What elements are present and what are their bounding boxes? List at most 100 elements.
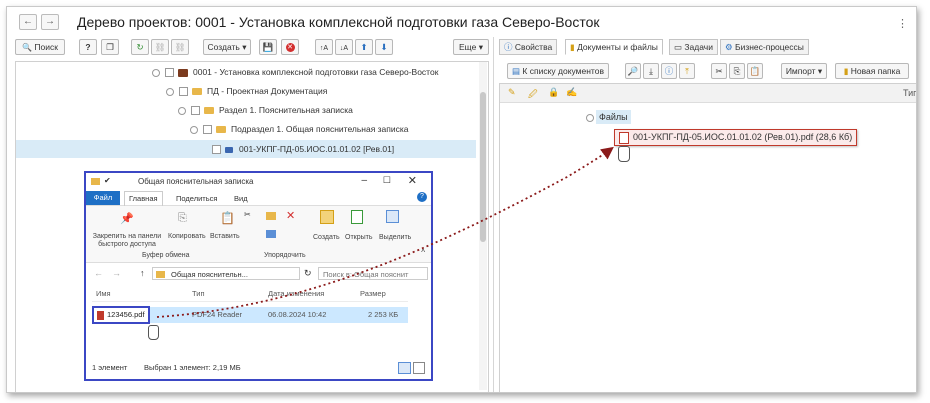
column-type[interactable]: Тип [192,289,205,298]
copy-window-button[interactable]: ❐ [101,39,119,55]
close-icon[interactable]: ✕ [408,174,417,187]
collapse-icon[interactable] [152,68,160,77]
panel-splitter[interactable] [493,37,494,392]
move-down-button[interactable]: ⬇ [375,39,393,55]
task-icon: ▭ [674,42,683,52]
upload-button[interactable]: ⤒ [679,63,695,79]
tab-business-processes[interactable]: ⚙ Бизнес-процессы [720,39,809,55]
folder-icon [204,107,214,115]
tree-row-subsection[interactable]: Подраздел 1. Общая пояснительная записка [190,121,409,137]
cut-button[interactable]: ✂ [711,63,727,79]
tab-tasks[interactable]: ▭ Задачи [669,39,718,55]
select-button[interactable]: Выделить [379,234,411,241]
refresh-button[interactable]: ↻ [131,39,149,55]
refresh-icon[interactable]: ↻ [304,268,312,279]
type-column-header[interactable]: Тип [903,88,916,98]
delete-button[interactable]: ✕ [281,39,299,55]
import-button[interactable]: Импорт ▾ [781,63,827,79]
edit-icon[interactable]: ✎ [508,87,516,98]
move-icon[interactable] [266,212,276,220]
scrollbar-thumb[interactable] [480,92,486,242]
info-icon: ⓘ [504,42,513,52]
collapse-icon[interactable] [166,87,174,96]
checkbox[interactable] [179,87,188,97]
checkbox[interactable] [203,125,212,135]
delete-icon[interactable]: ✕ [286,209,295,222]
download-button[interactable]: ⤓ [643,63,659,79]
collapse-icon[interactable] [178,106,186,115]
to-document-list-button[interactable]: ▤ К списку документов [507,63,609,79]
tree-row-pd[interactable]: ПД - Проектная Документация [166,83,327,99]
paste-button[interactable]: 📋 [747,63,763,79]
explorer-search-input[interactable]: Поиск в: Общая пояснит [318,267,428,280]
tab-documents[interactable]: ▮ Документы и файлы [565,39,663,55]
info-button[interactable]: ⓘ [661,63,677,79]
back-button[interactable]: ← [19,14,37,30]
move-up-button[interactable]: ⬆ [355,39,373,55]
details-view-icon[interactable] [398,362,411,374]
sign-icon[interactable]: ✍ [566,87,577,98]
tree-scrollbar[interactable] [479,62,487,390]
link-button[interactable]: ⛓ [151,39,169,55]
file-name-cell[interactable]: 123456.pdf [92,306,150,324]
tree-row-section[interactable]: Раздел 1. Пояснительная записка [178,102,353,118]
rename-icon[interactable] [266,230,276,238]
help-icon[interactable]: ? [417,192,427,202]
open-button[interactable]: Открыть [345,234,373,241]
more-button[interactable]: Еще ▾ [453,39,489,55]
files-folder-row[interactable]: Файлы [586,110,631,124]
file-row[interactable]: 123456.pdf PDF24 Reader 06.08.2024 10:42… [92,306,408,324]
column-date[interactable]: Дата изменения [268,289,324,298]
copy-button[interactable]: ⎘ [729,63,745,79]
maximize-icon[interactable]: ☐ [383,175,391,186]
lock-icon[interactable]: 🔒 [548,87,559,98]
scissors-icon: ✂ [715,66,723,76]
menu-home[interactable]: Главная [124,191,163,206]
back-icon[interactable]: ← [94,268,103,278]
search-button[interactable]: 🔍 Поиск [15,39,65,55]
address-input[interactable]: Общая пояснительн... [152,267,300,280]
collapse-ribbon-icon[interactable]: ^ [421,248,425,257]
collapse-icon[interactable] [190,125,198,134]
sort-desc-button[interactable]: ↓A [335,39,353,55]
column-size[interactable]: Размер [360,289,386,298]
tree-label: Раздел 1. Пояснительная записка [219,105,353,115]
more-menu-icon[interactable]: ⋮ [897,17,908,30]
file-size: 2 253 КБ [368,310,399,319]
forward-icon[interactable]: → [112,268,121,278]
preview-button[interactable]: 🔎 [625,63,641,79]
menu-file[interactable]: Файл [86,191,120,205]
unlink-button[interactable]: ⛓ [171,39,189,55]
pin-button[interactable]: Закрепить на панели быстрого доступа [90,233,164,249]
quick-access-icon[interactable]: ✔ [104,176,111,185]
menu-share[interactable]: Поделиться [176,192,217,205]
sort-asc-button[interactable]: ↑A [315,39,333,55]
help-button[interactable]: ? [79,39,97,55]
checkbox[interactable] [191,106,200,116]
explorer-titlebar: ✔ Общая пояснительная записка – ☐ ✕ [86,173,431,191]
menu-view[interactable]: Вид [234,192,248,205]
minimize-icon[interactable]: – [361,175,367,186]
file-item[interactable]: 001-УКПГ-ПД-05.ИОС.01.01.02 (Рев.01).pdf… [614,129,858,146]
forward-button[interactable]: → [41,14,59,30]
new-folder-button[interactable]: ▮ Новая папка [835,63,909,79]
explorer-address-bar: ← → ↑ Общая пояснительн... ↻ Поиск в: Об… [86,265,431,283]
scissors-icon[interactable]: ✂ [244,210,251,219]
up-icon[interactable]: ↑ [140,268,145,278]
tree-row-document[interactable]: 001-УКПГ-ПД-05.ИОС.01.01.02 [Рев.01] [16,140,476,158]
column-name[interactable]: Имя [96,289,111,298]
tree-row-root[interactable]: 0001 - Установка комплексной подготовки … [152,64,438,80]
checkbox[interactable] [212,145,221,155]
collapse-icon[interactable] [586,114,594,122]
tiles-view-icon[interactable] [413,362,425,374]
tab-properties[interactable]: ⓘ Свойства [499,39,558,55]
create-button[interactable]: Создать ▾ [203,39,251,55]
window-icon: ❐ [106,42,114,52]
copy-button[interactable]: Копировать [168,233,206,240]
checkbox[interactable] [165,68,174,78]
sort-asc-icon: ↑A [319,45,329,52]
save-button[interactable]: 💾 [259,39,277,55]
attach-icon[interactable]: 🖉 [528,87,538,103]
paste-button[interactable]: Вставить [210,233,240,240]
create-button[interactable]: Создать [313,234,340,241]
